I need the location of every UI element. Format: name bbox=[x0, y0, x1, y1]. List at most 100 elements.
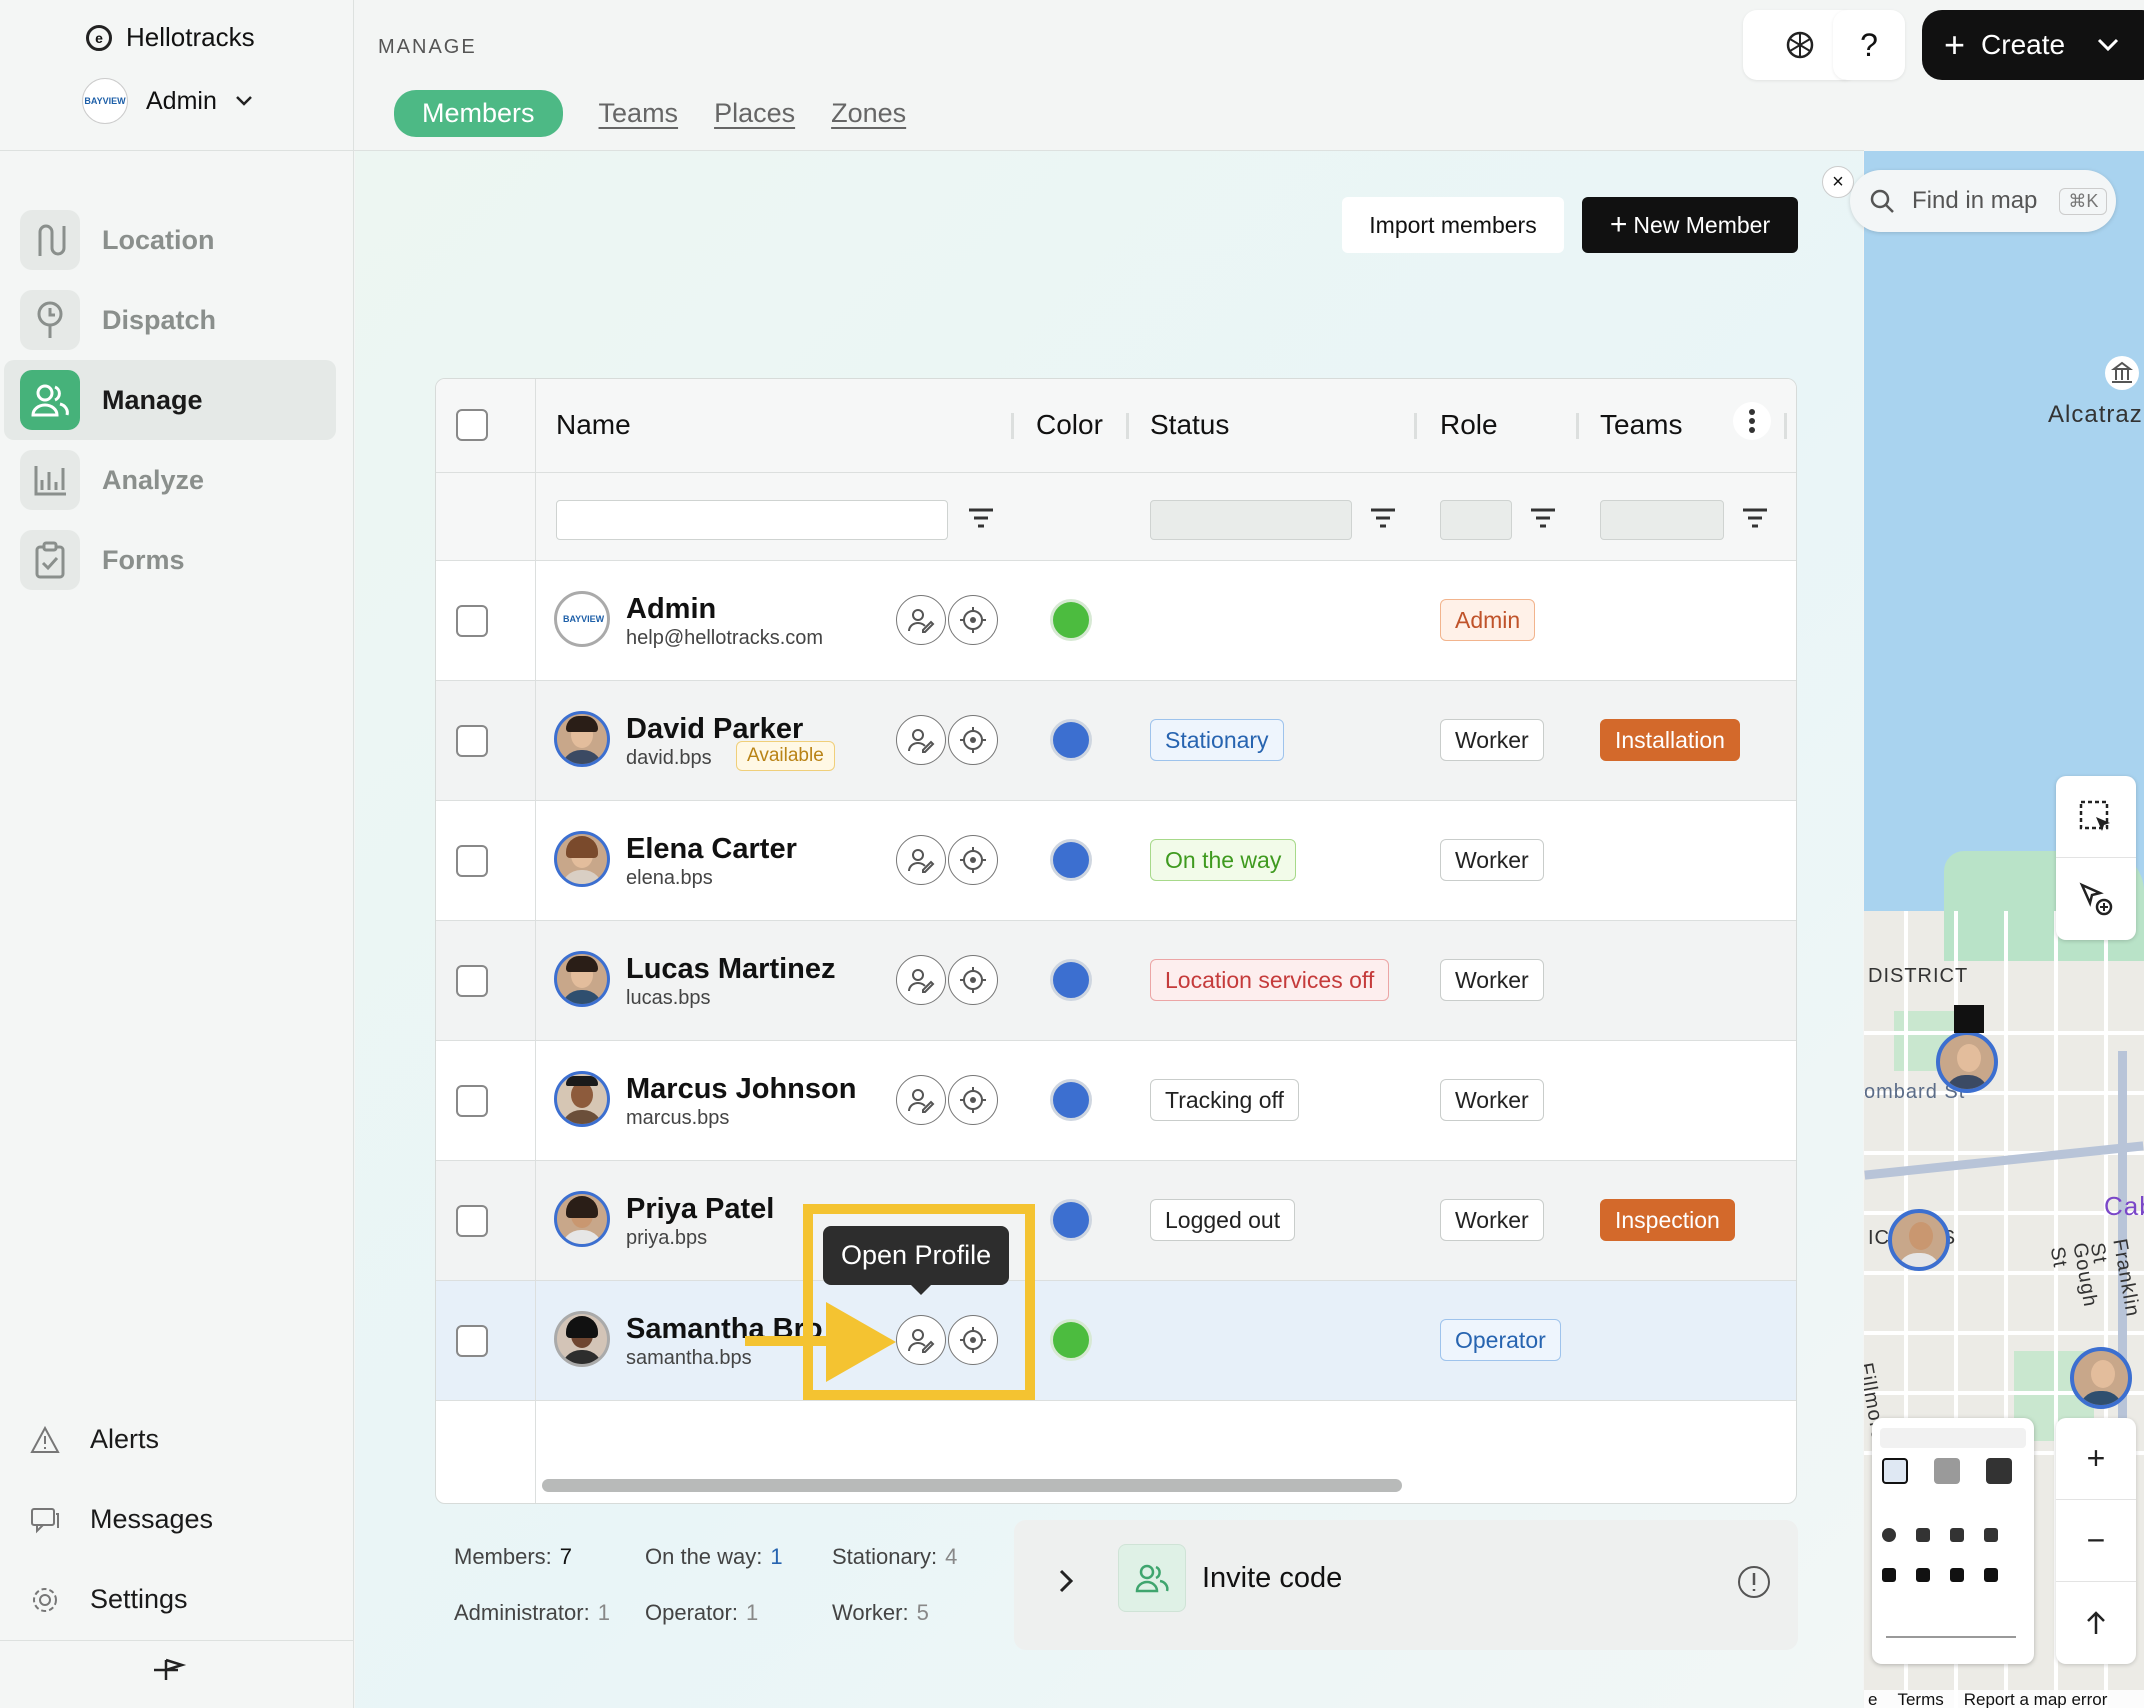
locate-button[interactable] bbox=[948, 1075, 998, 1125]
filter-icon[interactable] bbox=[1528, 503, 1558, 533]
table-row[interactable]: Marcus Johnson marcus.bps Tracking off W… bbox=[436, 1041, 1796, 1161]
locate-button[interactable] bbox=[948, 595, 998, 645]
table-row[interactable]: Lucas Martinez lucas.bps Location servic… bbox=[436, 921, 1796, 1041]
table-row[interactable]: Samantha Bro samantha.bps Operator bbox=[436, 1281, 1796, 1401]
more-options-icon[interactable] bbox=[1732, 401, 1772, 441]
tab-zones[interactable]: Zones bbox=[831, 98, 906, 129]
locate-button[interactable] bbox=[948, 715, 998, 765]
locate-button[interactable] bbox=[948, 835, 998, 885]
row-checkbox[interactable] bbox=[456, 725, 488, 757]
chevron-right-icon[interactable] bbox=[1058, 1568, 1074, 1594]
member-name[interactable]: Marcus Johnson bbox=[626, 1073, 856, 1106]
sidebar-item-manage[interactable]: Manage bbox=[4, 360, 336, 440]
select-area-button[interactable] bbox=[2056, 776, 2136, 858]
locate-button[interactable] bbox=[948, 955, 998, 1005]
open-profile-button[interactable] bbox=[896, 715, 946, 765]
column-header-status[interactable]: Status bbox=[1150, 409, 1229, 441]
name-filter-input[interactable] bbox=[556, 500, 948, 540]
sidebar-item-alerts[interactable]: Alerts bbox=[30, 1424, 159, 1455]
sidebar-item-dispatch[interactable]: Dispatch bbox=[4, 280, 336, 360]
row-checkbox[interactable] bbox=[456, 845, 488, 877]
team-badge[interactable]: Installation bbox=[1600, 719, 1740, 761]
horizontal-scrollbar[interactable] bbox=[542, 1479, 1402, 1492]
map-member-marker[interactable] bbox=[1888, 1209, 1950, 1271]
column-resizer[interactable] bbox=[1784, 413, 1787, 439]
icon-size-slider[interactable] bbox=[1886, 1636, 2016, 1638]
table-row[interactable]: Priya Patel priya.bps Logged out Worker … bbox=[436, 1161, 1796, 1281]
report-map-error-link[interactable]: Report a map error bbox=[1964, 1690, 2108, 1708]
sidebar-item-forms[interactable]: Forms bbox=[4, 520, 336, 600]
column-resizer[interactable] bbox=[1011, 413, 1014, 439]
map-style-thumb[interactable] bbox=[1986, 1458, 2012, 1484]
map-style-thumb[interactable] bbox=[1882, 1458, 1908, 1484]
invite-code-panel[interactable]: Invite code bbox=[1014, 1520, 1798, 1650]
column-resizer[interactable] bbox=[1576, 413, 1579, 439]
column-resizer[interactable] bbox=[1414, 413, 1417, 439]
role-filter-select[interactable] bbox=[1440, 500, 1512, 540]
column-header-teams[interactable]: Teams bbox=[1600, 409, 1682, 441]
table-row[interactable]: BAYVIEW Admin help@hellotracks.com Admin bbox=[436, 561, 1796, 681]
layer-toggles[interactable] bbox=[1882, 1528, 2022, 1544]
info-icon[interactable] bbox=[1736, 1564, 1772, 1600]
chevron-down-icon[interactable] bbox=[2097, 38, 2119, 52]
open-profile-button[interactable] bbox=[896, 595, 946, 645]
column-header-name[interactable]: Name bbox=[556, 409, 631, 441]
filter-icon[interactable] bbox=[1740, 503, 1770, 533]
map-member-marker[interactable] bbox=[1936, 1031, 1998, 1093]
create-button[interactable]: + Create bbox=[1922, 10, 2144, 80]
filter-icon[interactable] bbox=[1368, 503, 1398, 533]
account-name: Admin bbox=[146, 86, 217, 115]
filter-icon[interactable] bbox=[966, 503, 996, 533]
add-point-button[interactable] bbox=[2056, 858, 2136, 940]
help-button[interactable]: ? bbox=[1833, 10, 1905, 80]
tab-places[interactable]: Places bbox=[714, 98, 795, 129]
column-resizer[interactable] bbox=[1126, 413, 1129, 439]
member-name[interactable]: Lucas Martinez bbox=[626, 953, 836, 986]
row-checkbox[interactable] bbox=[456, 1085, 488, 1117]
column-header-role[interactable]: Role bbox=[1440, 409, 1498, 441]
map-search-input[interactable]: Find in map bbox=[1912, 187, 2037, 215]
layers-tabs[interactable] bbox=[1880, 1428, 2026, 1448]
team-badge[interactable]: Inspection bbox=[1600, 1199, 1735, 1241]
divider bbox=[0, 150, 354, 151]
select-all-checkbox[interactable] bbox=[456, 409, 488, 441]
sidebar-item-analyze[interactable]: Analyze bbox=[4, 440, 336, 520]
map-style-thumb[interactable] bbox=[1934, 1458, 1960, 1484]
stat-operator: Operator: 1 bbox=[645, 1600, 758, 1626]
map-search[interactable]: Find in map ⌘K bbox=[1850, 170, 2116, 232]
row-checkbox[interactable] bbox=[456, 1325, 488, 1357]
member-name[interactable]: Elena Carter bbox=[626, 833, 797, 866]
member-name[interactable]: Admin bbox=[626, 593, 716, 626]
layer-toggles[interactable] bbox=[1882, 1568, 2022, 1584]
table-row[interactable]: David Parker david.bps Available Station… bbox=[436, 681, 1796, 801]
zoom-in-button[interactable]: + bbox=[2056, 1418, 2136, 1500]
new-member-button[interactable]: + New Member bbox=[1582, 197, 1798, 253]
brand[interactable]: e Hellotracks bbox=[86, 22, 255, 53]
row-checkbox[interactable] bbox=[456, 965, 488, 997]
terms-link[interactable]: Terms bbox=[1897, 1690, 1943, 1708]
close-map-button[interactable]: × bbox=[1822, 166, 1854, 198]
member-name[interactable]: Priya Patel bbox=[626, 1193, 774, 1226]
open-profile-button[interactable] bbox=[896, 835, 946, 885]
map-member-marker[interactable] bbox=[2070, 1347, 2132, 1409]
zoom-out-button[interactable]: − bbox=[2056, 1500, 2136, 1582]
sidebar-item-messages[interactable]: Messages bbox=[30, 1504, 213, 1535]
sidebar-item-location[interactable]: Location bbox=[4, 200, 336, 280]
sidebar-item-settings[interactable]: Settings bbox=[30, 1584, 188, 1615]
collapse-sidebar-icon[interactable] bbox=[152, 1656, 188, 1684]
teams-filter-select[interactable] bbox=[1600, 500, 1724, 540]
edit-person-icon bbox=[908, 1089, 935, 1113]
open-profile-button[interactable] bbox=[896, 955, 946, 1005]
table-row[interactable]: Elena Carter elena.bps On the way Worker bbox=[436, 801, 1796, 921]
account-switcher[interactable]: BAYVIEW Admin bbox=[82, 78, 253, 124]
status-filter-select[interactable] bbox=[1150, 500, 1352, 540]
tab-teams[interactable]: Teams bbox=[599, 98, 679, 129]
row-checkbox[interactable] bbox=[456, 1205, 488, 1237]
row-checkbox[interactable] bbox=[456, 605, 488, 637]
column-header-color[interactable]: Color bbox=[1036, 409, 1103, 441]
import-members-button[interactable]: Import members bbox=[1342, 197, 1564, 253]
open-profile-button[interactable] bbox=[896, 1075, 946, 1125]
tab-members[interactable]: Members bbox=[394, 90, 563, 137]
map-layers-panel[interactable] bbox=[1872, 1418, 2034, 1664]
compass-button[interactable] bbox=[2056, 1582, 2136, 1664]
